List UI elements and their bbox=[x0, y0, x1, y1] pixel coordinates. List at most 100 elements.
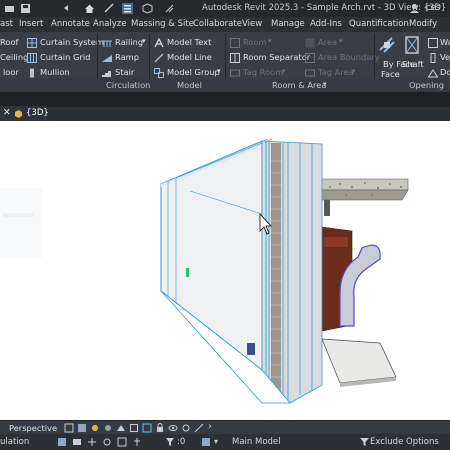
ghost-text bbox=[3, 213, 33, 217]
open-icon[interactable] bbox=[4, 3, 15, 14]
view-tab-3d[interactable]: ✕ {3D} bbox=[0, 106, 49, 121]
undo-icon[interactable] bbox=[62, 3, 73, 14]
editing-requests-icon[interactable] bbox=[72, 437, 82, 447]
wall-opening-icon bbox=[428, 38, 438, 48]
railing-button[interactable]: Railing bbox=[115, 37, 143, 47]
tab-add-ins[interactable]: Add-Ins bbox=[310, 19, 342, 29]
room-area-panel-dropdown-icon[interactable]: ▾ bbox=[323, 80, 327, 88]
design-options-icon[interactable] bbox=[87, 437, 97, 447]
design-option-filter-icon[interactable] bbox=[360, 437, 369, 447]
area-boundary-button[interactable]: Area Boundary bbox=[318, 52, 380, 62]
tab-view[interactable]: View bbox=[242, 19, 262, 29]
model-text-button[interactable]: Model Text bbox=[167, 37, 211, 47]
select-pinned-icon[interactable] bbox=[132, 437, 142, 447]
stair-button[interactable]: Stair bbox=[115, 67, 134, 77]
tab-manage[interactable]: Manage bbox=[271, 19, 305, 29]
ribbon-panel-labels: Circulation Model Room & Area ▾ Opening bbox=[0, 79, 450, 92]
model-line-icon bbox=[154, 53, 164, 63]
tag-area-dropdown-icon[interactable]: ▾ bbox=[352, 67, 356, 75]
room-button[interactable]: Room bbox=[243, 37, 267, 47]
equipment-band bbox=[324, 237, 348, 247]
worksharing-icon[interactable] bbox=[57, 437, 67, 447]
status-text: ulation bbox=[0, 437, 30, 447]
home-icon[interactable] bbox=[84, 3, 95, 14]
shaft-icon bbox=[405, 36, 419, 54]
tab-architecture[interactable]: ast bbox=[0, 19, 13, 29]
by-face-label-line2: Face bbox=[381, 69, 400, 79]
temporary-hide-icon[interactable] bbox=[168, 423, 178, 433]
crop-view-icon[interactable] bbox=[129, 423, 139, 433]
shadows-icon[interactable] bbox=[103, 423, 113, 433]
tab-massing-site[interactable]: Massing & Site bbox=[131, 19, 194, 29]
dormer-opening-icon bbox=[428, 69, 438, 78]
render-icon[interactable] bbox=[116, 423, 126, 433]
model-line-button[interactable]: Model Line bbox=[167, 52, 212, 62]
ramp-button[interactable]: Ramp bbox=[115, 52, 139, 62]
model-group-button[interactable]: Model Group bbox=[167, 67, 220, 77]
visual-style-icon[interactable] bbox=[77, 423, 87, 433]
concrete-beam-bottom bbox=[315, 189, 409, 201]
tab-annotate[interactable]: Annotate bbox=[51, 19, 90, 29]
worksets-icon[interactable] bbox=[201, 437, 211, 447]
3d-view-icon bbox=[15, 110, 22, 118]
room-dropdown-icon[interactable]: ▾ bbox=[268, 37, 272, 45]
select-links-icon[interactable] bbox=[102, 437, 112, 447]
switch-windows-icon[interactable] bbox=[122, 3, 133, 14]
railing-dropdown-icon[interactable]: ▾ bbox=[142, 37, 146, 45]
roof-button[interactable]: Roof bbox=[0, 37, 18, 47]
perspective-label[interactable]: Perspective bbox=[9, 423, 57, 433]
tab-modify[interactable]: Modify bbox=[409, 19, 437, 29]
shaft-button[interactable]: Shaft bbox=[402, 59, 424, 69]
select-underlay-icon[interactable] bbox=[117, 437, 127, 447]
stair-icon bbox=[102, 71, 111, 77]
tag-room-dropdown-icon[interactable]: ▾ bbox=[282, 67, 286, 75]
sun-path-icon[interactable] bbox=[90, 423, 100, 433]
viewbar-more-icon[interactable]: › bbox=[208, 421, 212, 432]
tag-room-button[interactable]: Tag Room bbox=[243, 67, 283, 77]
exclude-options[interactable]: Exclude Options bbox=[370, 437, 439, 447]
save-icon[interactable] bbox=[20, 3, 31, 14]
ceiling-button[interactable]: Ceiling bbox=[0, 52, 28, 62]
default-3d-view-icon[interactable] bbox=[142, 3, 153, 14]
tag-area-button[interactable]: Tag Area bbox=[318, 67, 354, 77]
reveal-hidden-icon[interactable] bbox=[181, 423, 191, 433]
tab-collaborate[interactable]: Collaborate bbox=[193, 19, 242, 29]
vertical-opening-button[interactable]: Ver bbox=[440, 52, 450, 62]
floor-button[interactable]: loor bbox=[3, 67, 19, 77]
room-separator-button[interactable]: Room Separator bbox=[243, 52, 310, 62]
view-tabs-strip bbox=[0, 92, 450, 107]
wall-opening-button[interactable]: Wa bbox=[440, 37, 450, 47]
curtain-grid-button[interactable]: Curtain Grid bbox=[40, 52, 90, 62]
tab-quantification[interactable]: Quantification bbox=[349, 19, 409, 29]
tab-analyze[interactable]: Analyze bbox=[93, 19, 127, 29]
lock-view-icon[interactable] bbox=[155, 423, 165, 433]
room-icon bbox=[230, 38, 240, 48]
thin-lines-icon[interactable] bbox=[164, 3, 175, 14]
workset-dropdown-icon[interactable]: ▾ bbox=[214, 437, 218, 446]
tab-insert[interactable]: Insert bbox=[19, 19, 43, 29]
beam-support bbox=[324, 200, 330, 216]
3d-model-view[interactable] bbox=[0, 121, 450, 420]
measure-icon[interactable] bbox=[104, 3, 115, 14]
mullion-button[interactable]: Mullion bbox=[40, 67, 70, 77]
user-icon[interactable] bbox=[409, 3, 420, 14]
panel-label-room-area[interactable]: Room & Area bbox=[272, 80, 326, 90]
show-crop-icon[interactable] bbox=[142, 423, 152, 433]
panel-label-model[interactable]: Model bbox=[177, 80, 202, 90]
model-group-icon bbox=[154, 68, 164, 78]
analytical-model-icon[interactable] bbox=[194, 423, 204, 433]
panel-label-circulation[interactable]: Circulation bbox=[106, 80, 150, 90]
model-group-dropdown-icon[interactable]: ▾ bbox=[217, 67, 221, 75]
detail-level-icon[interactable] bbox=[64, 423, 74, 433]
area-button[interactable]: Area bbox=[318, 37, 337, 47]
drawing-canvas[interactable] bbox=[0, 121, 450, 420]
user-name[interactable]: ces bbox=[426, 3, 440, 13]
panel-label-opening[interactable]: Opening bbox=[409, 80, 444, 90]
close-tab-icon[interactable]: ✕ bbox=[3, 108, 11, 118]
area-dropdown-icon[interactable]: ▾ bbox=[339, 37, 343, 45]
curtain-system-button[interactable]: Curtain System bbox=[40, 37, 104, 47]
dormer-opening-button[interactable]: Dor bbox=[440, 67, 450, 77]
filter-icon[interactable] bbox=[165, 437, 175, 447]
active-workset[interactable]: Main Model bbox=[232, 437, 281, 447]
title-bar: Autodesk Revit 2025.3 - Sample Arch.rvt … bbox=[0, 0, 450, 17]
